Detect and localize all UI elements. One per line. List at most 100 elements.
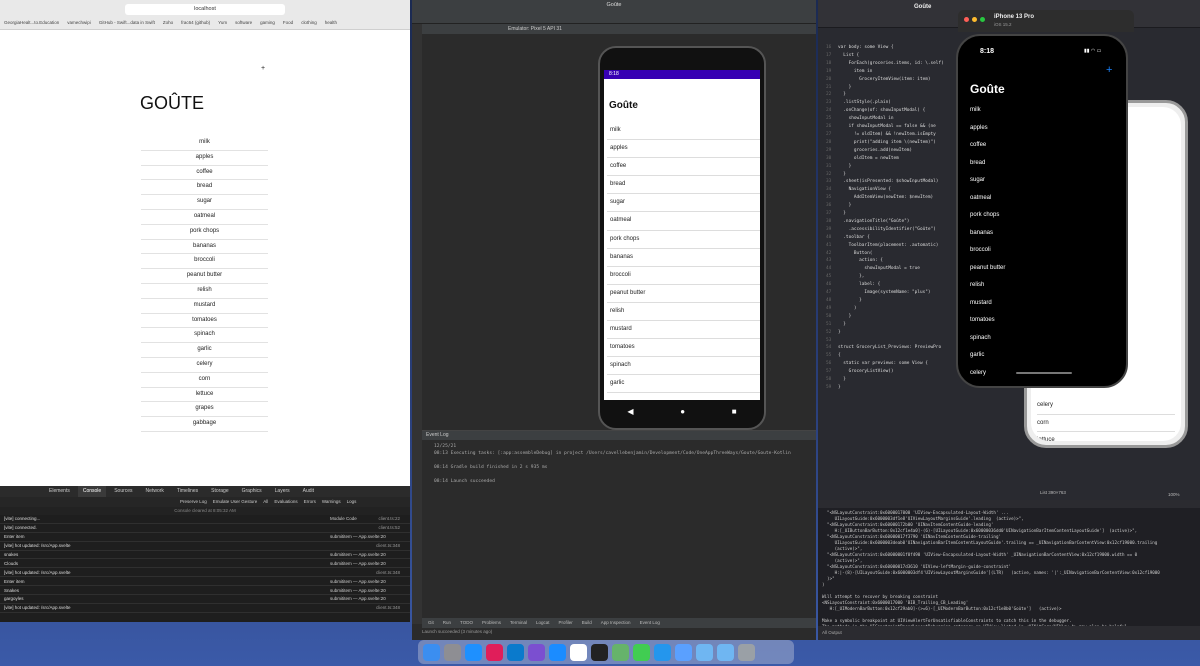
recents-icon[interactable]: ■ — [732, 407, 737, 416]
list-item[interactable]: garlic — [607, 375, 760, 394]
console-filter[interactable]: Errors — [304, 497, 316, 507]
bookmark-item[interactable]: GitHub - Swift...data in Swift — [99, 20, 155, 28]
ios-grocery-list: milk apples coffee bread sugar oatmeal pork ch… — [970, 102, 1120, 382]
tab-network[interactable]: Network — [141, 486, 169, 497]
list-item[interactable]: spinach — [607, 357, 760, 376]
tab-graphics[interactable]: Graphics — [237, 486, 267, 497]
list-item[interactable]: sugar — [970, 172, 1120, 190]
tab-elements[interactable]: Elements — [44, 486, 75, 497]
list-item[interactable]: oatmeal — [970, 190, 1120, 208]
list-item[interactable]: spinach — [970, 330, 1120, 348]
console-filter[interactable]: Preserve Log — [180, 497, 207, 507]
bookmark-item[interactable]: GeorgiaHealt...to.Education — [4, 20, 59, 28]
output-filter[interactable]: All Output — [818, 626, 1200, 640]
list-item[interactable]: bananas — [607, 249, 760, 267]
tab-audit[interactable]: Audit — [298, 486, 319, 497]
add-item-button[interactable]: + — [261, 65, 265, 72]
zoom-icon[interactable] — [980, 17, 985, 22]
list-item[interactable]: garlic — [970, 347, 1120, 365]
tool-tab[interactable]: TODO — [460, 618, 473, 628]
bookmark-item[interactable]: clothing — [301, 20, 317, 28]
address-bar[interactable]: localhost — [125, 4, 285, 15]
minimize-icon[interactable] — [972, 17, 977, 22]
list-item[interactable]: relish — [607, 303, 760, 322]
list-item[interactable]: peanut butter — [607, 285, 760, 303]
tab-storage[interactable]: Storage — [206, 486, 234, 497]
tool-tab[interactable]: Profiler — [559, 618, 573, 628]
slack-icon[interactable] — [486, 643, 503, 661]
close-icon[interactable] — [964, 17, 969, 22]
add-item-button[interactable]: + — [1106, 64, 1112, 76]
list-item[interactable]: relish — [970, 277, 1120, 295]
bookmark-item[interactable]: Yum — [218, 20, 227, 28]
bookmark-item[interactable]: gaming — [260, 20, 275, 28]
list-item[interactable]: tomatoes — [970, 312, 1120, 330]
log-source[interactable]: client.ts:348 — [376, 543, 400, 548]
list-item[interactable]: peanut butter — [970, 260, 1120, 278]
tool-tab[interactable]: Event Log — [640, 618, 660, 628]
list-item[interactable]: broccoli — [607, 267, 760, 285]
console-filter[interactable]: All — [263, 497, 268, 507]
log-source[interactable]: client.ts:348 — [376, 570, 400, 575]
bookmark-item[interactable]: frac64 (github) — [181, 20, 210, 28]
console-filter[interactable]: Evaluations — [274, 497, 297, 507]
qt-icon[interactable] — [633, 643, 650, 661]
list-item[interactable]: coffee — [607, 158, 760, 177]
console-filter[interactable]: Logs — [347, 497, 357, 507]
bookmark-item[interactable]: vamechwipi — [67, 20, 91, 28]
list-item[interactable]: oatmeal — [607, 212, 760, 231]
tool-tab[interactable]: Logcat — [536, 618, 550, 628]
list-item[interactable]: apples — [607, 140, 760, 159]
xcode-icon[interactable] — [549, 643, 566, 661]
list-item[interactable]: bread — [970, 155, 1120, 173]
tool-tab[interactable]: Problems — [482, 618, 501, 628]
list-item[interactable]: sugar — [607, 194, 760, 213]
browser-icon[interactable] — [675, 643, 692, 661]
tab-layers[interactable]: Layers — [270, 486, 295, 497]
vscode-icon[interactable] — [507, 643, 524, 661]
list-item[interactable]: apples — [970, 120, 1120, 138]
tool-tab[interactable]: Build — [582, 618, 592, 628]
notion-icon[interactable] — [570, 643, 587, 661]
list-item[interactable]: bananas — [970, 225, 1120, 243]
safari-icon[interactable] — [465, 643, 482, 661]
tool-tab[interactable]: Terminal — [510, 618, 527, 628]
home-icon[interactable]: ● — [680, 407, 685, 416]
list-item[interactable]: mustard — [607, 321, 760, 340]
launchpad-icon[interactable] — [444, 643, 461, 661]
bookmark-item[interactable]: software — [235, 20, 252, 28]
atom-icon[interactable] — [612, 643, 629, 661]
list-item[interactable]: milk — [607, 122, 760, 141]
bookmark-item[interactable]: health — [325, 20, 337, 28]
back-icon[interactable]: ◀ — [627, 407, 633, 416]
folder-icon[interactable] — [696, 643, 713, 661]
console-filter[interactable]: Emulate User Gesture — [213, 497, 258, 507]
tab-console[interactable]: Console — [77, 486, 107, 497]
list-item[interactable]: broccoli — [970, 242, 1120, 260]
docker-icon[interactable] — [654, 643, 671, 661]
finder-icon[interactable] — [423, 643, 440, 661]
list-item[interactable]: coffee — [970, 137, 1120, 155]
list-item[interactable]: pork chops — [607, 231, 760, 249]
tool-tab[interactable]: Git — [428, 618, 434, 628]
bookmark-item[interactable]: Zoho — [163, 20, 173, 28]
tab-sources[interactable]: Sources — [109, 486, 137, 497]
list-item[interactable]: bread — [607, 176, 760, 195]
list-item[interactable]: milk — [970, 102, 1120, 120]
log-source[interactable]: client.ts:348 — [376, 605, 400, 610]
log-source[interactable]: client.ts:22 — [378, 516, 400, 521]
tool-tab[interactable]: App Inspection — [601, 618, 631, 628]
list-item[interactable]: tomatoes — [607, 339, 760, 358]
log-source[interactable]: client.ts:52 — [378, 525, 400, 530]
trash-icon[interactable] — [738, 643, 755, 661]
list-item[interactable]: mustard — [970, 295, 1120, 313]
zoom-level[interactable]: 100% — [1168, 492, 1180, 497]
bookmark-item[interactable]: Food — [283, 20, 293, 28]
list-item[interactable]: pork chops — [970, 207, 1120, 225]
tool-tab[interactable]: Run — [443, 618, 451, 628]
console-filter[interactable]: Warnings — [322, 497, 341, 507]
folder-icon[interactable] — [717, 643, 734, 661]
terminal-icon[interactable] — [591, 643, 608, 661]
tab-timelines[interactable]: Timelines — [172, 486, 203, 497]
visual-studio-icon[interactable] — [528, 643, 545, 661]
